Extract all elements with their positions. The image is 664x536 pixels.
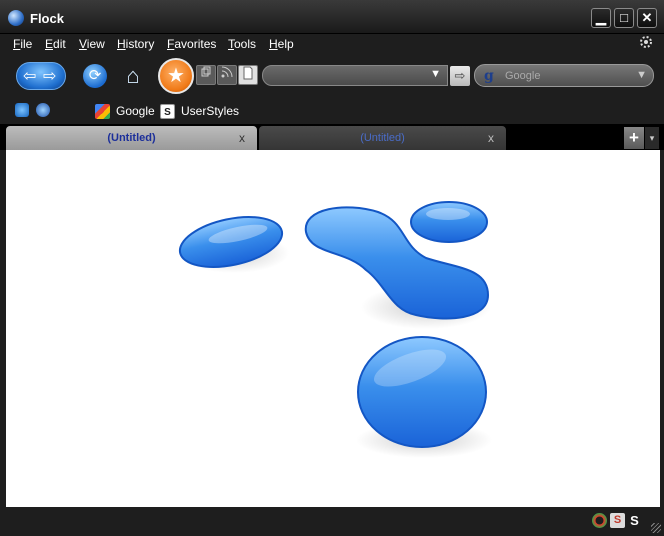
tab-untitled-2[interactable]: (Untitled) x bbox=[259, 126, 506, 150]
flock-logo-graphic bbox=[178, 201, 492, 458]
url-dropdown-icon[interactable]: ▼ bbox=[430, 68, 441, 80]
go-button[interactable]: ⇨ bbox=[450, 66, 470, 86]
window-title: Flock bbox=[30, 11, 64, 26]
menu-help-mnemonic: H bbox=[269, 37, 278, 51]
photo-uploader-icon[interactable] bbox=[15, 103, 29, 117]
menu-edit-label: dit bbox=[53, 37, 66, 51]
url-bar[interactable]: ▼ bbox=[262, 65, 448, 86]
star-favorite-button[interactable]: ★ bbox=[158, 58, 194, 94]
tab-close-button[interactable]: x bbox=[239, 126, 245, 150]
document-icon bbox=[243, 66, 253, 80]
page-icon[interactable] bbox=[238, 65, 258, 85]
search-dropdown-icon[interactable]: ▼ bbox=[636, 69, 647, 81]
menu-view-label: iew bbox=[86, 37, 105, 51]
back-forward-button[interactable]: ⇦ ⇨ bbox=[16, 62, 66, 90]
back-arrow-icon[interactable]: ⇦ bbox=[23, 66, 36, 86]
rss-feed-icon[interactable] bbox=[217, 65, 237, 85]
google-icon bbox=[95, 103, 110, 119]
menu-help[interactable]: Help bbox=[269, 37, 294, 51]
page-content bbox=[6, 150, 660, 507]
search-box[interactable]: g ▼ bbox=[474, 64, 654, 87]
reload-button[interactable]: ⟳ bbox=[83, 64, 107, 88]
google-search-icon[interactable]: g bbox=[484, 68, 494, 84]
menu-favorites-label: avorites bbox=[174, 37, 217, 51]
userstyles-icon: S bbox=[160, 103, 175, 119]
tab-list-dropdown-icon[interactable]: ▾ bbox=[645, 127, 659, 149]
flock-status-icon[interactable] bbox=[592, 513, 607, 528]
bookmark-userstyles[interactable]: S UserStyles bbox=[160, 103, 239, 119]
menu-edit[interactable]: Edit bbox=[45, 37, 66, 51]
menu-history[interactable]: History bbox=[117, 37, 154, 51]
forward-arrow-icon[interactable]: ⇨ bbox=[43, 66, 56, 86]
bookmark-google[interactable]: Google bbox=[95, 103, 155, 119]
activity-gear-icon[interactable] bbox=[638, 34, 654, 50]
menu-file-label: ile bbox=[20, 37, 33, 51]
menu-edit-mnemonic: E bbox=[45, 37, 54, 51]
menu-file[interactable]: File bbox=[13, 37, 32, 51]
status-bar bbox=[0, 507, 664, 536]
menu-favorites[interactable]: Favorites bbox=[167, 37, 216, 51]
tab-untitled-1[interactable]: (Untitled) x bbox=[6, 126, 257, 150]
title-bar bbox=[0, 0, 664, 34]
resize-grip[interactable] bbox=[651, 523, 661, 533]
menu-tools[interactable]: Tools bbox=[228, 37, 256, 51]
s-icon[interactable]: S bbox=[627, 513, 642, 528]
tab-label: (Untitled) bbox=[360, 132, 405, 144]
maximize-button[interactable]: □ bbox=[614, 8, 634, 28]
home-button[interactable]: ⌂ bbox=[121, 64, 145, 88]
tab-close-button[interactable]: x bbox=[488, 126, 494, 150]
stylish-icon[interactable]: S bbox=[610, 513, 625, 528]
menu-history-mnemonic: H bbox=[117, 37, 126, 51]
bookmark-userstyles-label: UserStyles bbox=[181, 104, 240, 118]
rss-icon bbox=[221, 66, 233, 78]
copy-icon bbox=[201, 66, 211, 77]
bookmark-google-label: Google bbox=[116, 104, 155, 118]
menu-view[interactable]: View bbox=[79, 37, 105, 51]
gear-icon bbox=[640, 36, 652, 48]
search-input[interactable] bbox=[505, 68, 625, 84]
menu-help-label: elp bbox=[277, 37, 294, 51]
blob-top-right bbox=[410, 201, 488, 243]
menu-history-label: istory bbox=[125, 37, 155, 51]
menu-tools-label: ools bbox=[234, 37, 257, 51]
minimize-button[interactable]: ▁ bbox=[591, 8, 611, 28]
new-tab-button[interactable]: + bbox=[624, 127, 644, 149]
close-button[interactable]: ✕ bbox=[637, 8, 657, 28]
menu-view-mnemonic: V bbox=[79, 37, 87, 51]
share-icon[interactable] bbox=[196, 65, 216, 85]
flock-web-icon[interactable] bbox=[36, 103, 50, 117]
tab-label: (Untitled) bbox=[107, 132, 156, 144]
highlight bbox=[426, 208, 470, 220]
flock-logo-icon bbox=[8, 10, 24, 26]
